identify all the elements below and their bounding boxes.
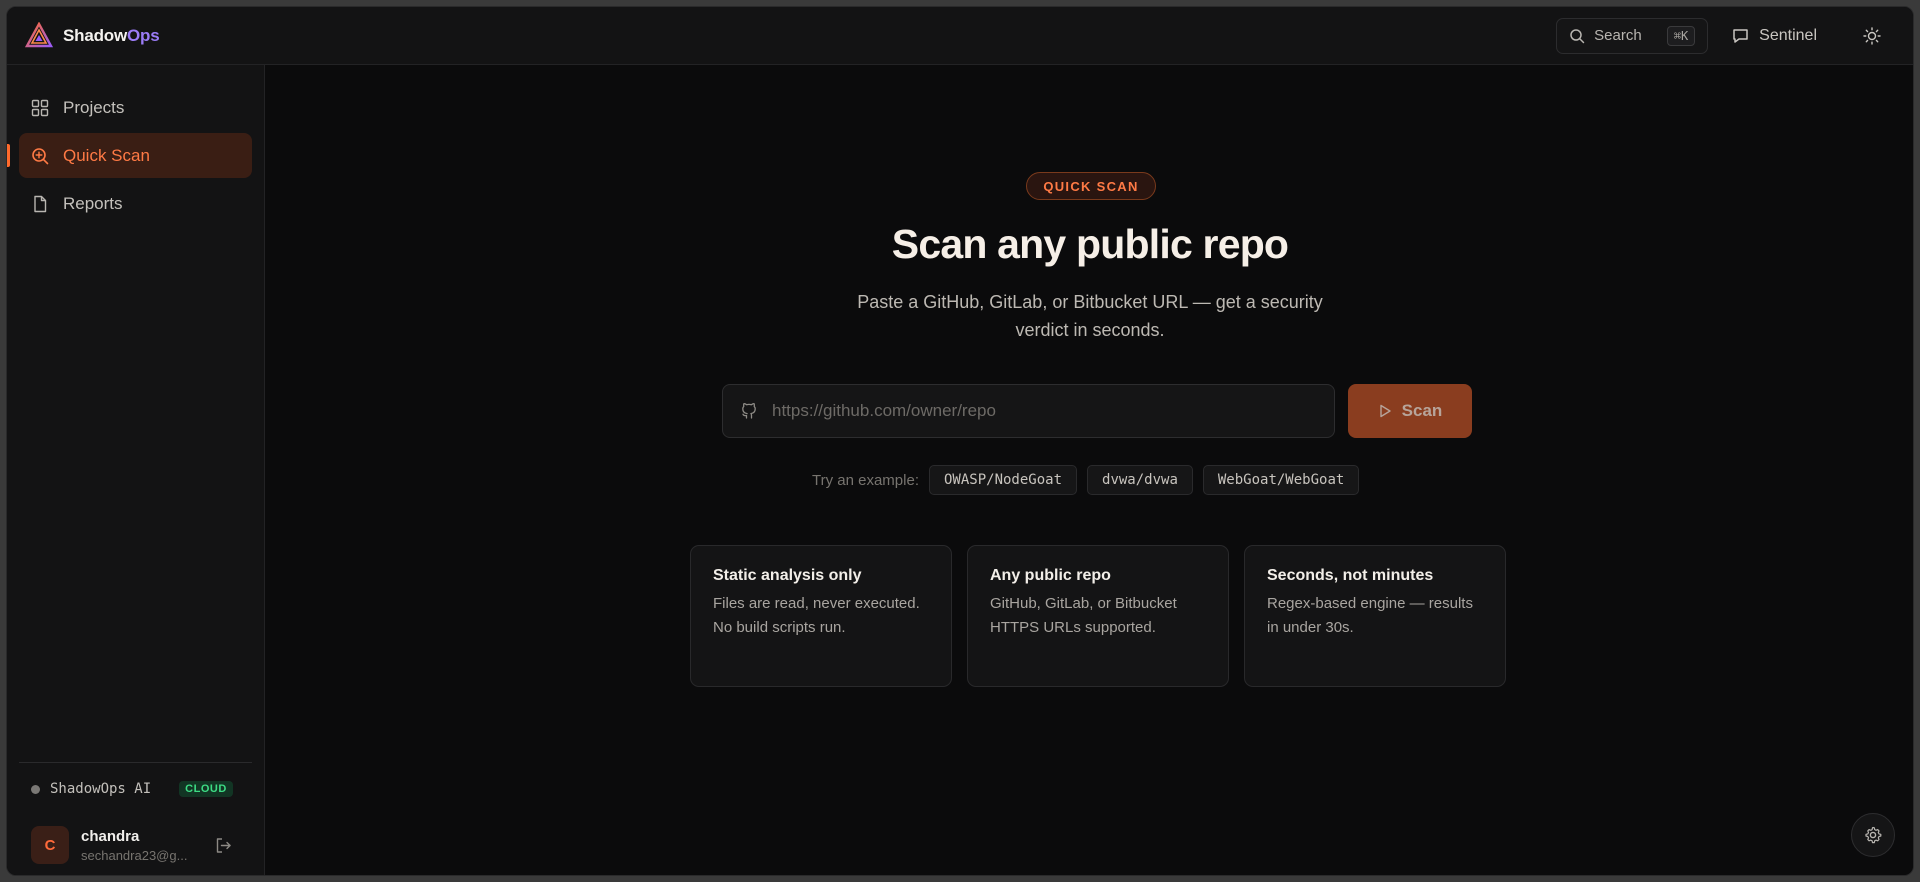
ai-status: ShadowOps AI CLOUD bbox=[19, 763, 252, 815]
sidebar: Projects Quick Scan Reports ShadowOps AI… bbox=[7, 65, 265, 875]
feature-card: Any public repo GitHub, GitLab, or Bitbu… bbox=[967, 545, 1229, 687]
sun-icon bbox=[1863, 26, 1881, 45]
quick-scan-badge: QUICK SCAN bbox=[1026, 172, 1156, 200]
theme-toggle[interactable] bbox=[1861, 25, 1883, 47]
chat-bubble-icon bbox=[1733, 29, 1748, 43]
sidebar-item-label: Quick Scan bbox=[63, 145, 150, 165]
sidebar-item-projects[interactable]: Projects bbox=[19, 85, 252, 130]
example-chip-webgoat[interactable]: WebGoat/WebGoat bbox=[1202, 465, 1360, 495]
logout-icon bbox=[216, 837, 231, 853]
status-dot bbox=[31, 784, 40, 794]
sidebar-item-label: Reports bbox=[63, 193, 123, 213]
sidebar-footer: ShadowOps AI CLOUD C chandra sechandra23… bbox=[19, 762, 252, 875]
user-profile: C chandra sechandra23@g... bbox=[19, 815, 252, 875]
sentinel-button[interactable]: Sentinel bbox=[1732, 27, 1817, 45]
scan-search-icon bbox=[32, 147, 49, 164]
brand-name: ShadowOps bbox=[63, 25, 160, 45]
example-chip-nodegoat[interactable]: OWASP/NodeGoat bbox=[929, 465, 1078, 495]
page-subtitle: Paste a GitHub, GitLab, or Bitbucket URL… bbox=[857, 292, 1323, 340]
user-name: chandra bbox=[81, 827, 140, 845]
page-title: Scan any public repo bbox=[891, 221, 1289, 267]
app-window: ShadowOps Search ⌘K Sentinel Projects Qu… bbox=[6, 6, 1914, 876]
feature-cards: Static analysis only Files are read, nev… bbox=[690, 545, 1521, 687]
user-info: chandra sechandra23@g... bbox=[81, 828, 196, 863]
search-shortcut: ⌘K bbox=[1666, 25, 1696, 46]
grid-icon bbox=[31, 99, 49, 116]
sidebar-item-quick-scan[interactable]: Quick Scan bbox=[7, 133, 252, 178]
sidebar-nav: Projects Quick Scan Reports bbox=[7, 65, 264, 226]
card-title: Static analysis only bbox=[713, 567, 862, 584]
examples-label: Try an example: bbox=[812, 471, 919, 489]
gear-icon bbox=[1865, 826, 1882, 844]
play-icon bbox=[1379, 404, 1391, 418]
github-icon bbox=[742, 403, 756, 419]
sidebar-item-reports[interactable]: Reports bbox=[19, 181, 252, 226]
avatar[interactable]: C bbox=[31, 826, 69, 864]
example-chip-dvwa[interactable]: dvwa/dvwa bbox=[1087, 465, 1193, 495]
logout-button[interactable] bbox=[213, 835, 233, 855]
cloud-badge: CLOUD bbox=[179, 781, 233, 797]
search-icon bbox=[1570, 28, 1585, 43]
card-title: Any public repo bbox=[990, 567, 1111, 584]
repo-url-field[interactable] bbox=[722, 384, 1335, 438]
card-text: GitHub, GitLab, or Bitbucket HTTPS URLs … bbox=[990, 595, 1177, 636]
card-text: Regex-based engine — results in under 30… bbox=[1267, 595, 1473, 636]
scan-button[interactable]: Scan bbox=[1348, 384, 1472, 438]
scan-label: Scan bbox=[1401, 401, 1443, 420]
repo-url-input[interactable] bbox=[772, 401, 1312, 421]
ai-name: ShadowOps AI bbox=[50, 781, 152, 797]
shadowops-logo-icon bbox=[25, 21, 53, 47]
file-icon bbox=[34, 195, 47, 212]
feature-card: Static analysis only Files are read, nev… bbox=[690, 545, 952, 687]
brand[interactable]: ShadowOps bbox=[25, 21, 160, 50]
card-text: Files are read, never executed. No build… bbox=[713, 595, 920, 636]
examples-row: Try an example: OWASP/NodeGoat dvwa/dvwa… bbox=[812, 465, 1369, 495]
search-button[interactable]: Search ⌘K bbox=[1556, 17, 1709, 54]
card-title: Seconds, not minutes bbox=[1267, 567, 1434, 584]
search-label: Search bbox=[1594, 27, 1642, 44]
sidebar-item-label: Projects bbox=[63, 97, 125, 117]
header-actions: Search ⌘K Sentinel bbox=[1556, 7, 1913, 64]
feature-card: Seconds, not minutes Regex-based engine … bbox=[1244, 545, 1506, 687]
user-email: sechandra23@g... bbox=[81, 847, 188, 863]
settings-button[interactable] bbox=[1851, 813, 1895, 857]
sentinel-label: Sentinel bbox=[1759, 26, 1817, 44]
main-content: QUICK SCAN Scan any public repo Paste a … bbox=[266, 66, 1913, 875]
top-header: ShadowOps Search ⌘K Sentinel bbox=[7, 7, 1913, 65]
